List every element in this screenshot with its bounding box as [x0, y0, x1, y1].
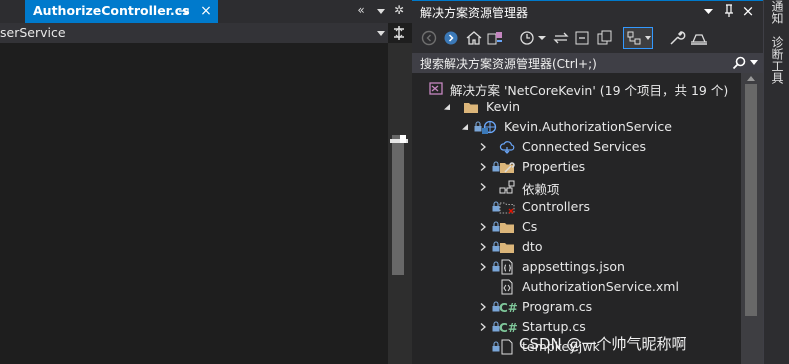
- csharp-file-icon: C#: [499, 299, 518, 315]
- scroll-up-icon[interactable]: [746, 75, 756, 82]
- tree-item[interactable]: Properties: [412, 157, 741, 177]
- chevron-down-icon[interactable]: [376, 5, 386, 17]
- json-file-icon: [499, 259, 515, 275]
- tree-item-label: Startup.cs: [522, 319, 586, 334]
- collapsed-arrow-icon[interactable]: [479, 182, 487, 192]
- tree-item-label: Properties: [522, 159, 586, 174]
- pin-icon[interactable]: [177, 4, 191, 18]
- tree-item-label: AuthorizationService.xml: [522, 279, 679, 294]
- settings-icon[interactable]: [688, 28, 710, 48]
- document-tab[interactable]: AuthorizeController.cs ×: [25, 0, 218, 23]
- preview-selected-icon[interactable]: [623, 27, 653, 49]
- tree-item[interactable]: 解决方案 'NetCoreKevin' (19 个项目，共 19 个): [412, 78, 741, 98]
- tree-item-label: Controllers: [522, 199, 590, 214]
- collapsed-arrow-icon[interactable]: [479, 222, 487, 232]
- tree-item-label: Program.cs: [522, 299, 593, 314]
- tree-item-label: Kevin.AuthorizationService: [504, 119, 672, 134]
- close-panel-button[interactable]: ×: [741, 2, 755, 20]
- tree-item[interactable]: Kevin.AuthorizationService: [412, 117, 741, 137]
- sync-icon[interactable]: [551, 28, 571, 48]
- web-project-icon: [481, 119, 497, 135]
- forward-icon[interactable]: [441, 28, 461, 48]
- member-dropdown-value: serService: [0, 25, 66, 40]
- change-marker: [400, 135, 406, 143]
- chevron-down-icon[interactable]: [537, 28, 547, 48]
- split-editor-icon[interactable]: [391, 25, 407, 41]
- code-area[interactable]: [0, 43, 388, 364]
- collapsed-arrow-icon[interactable]: [479, 242, 487, 252]
- chevron-down-icon[interactable]: [376, 29, 386, 37]
- folder-icon: [499, 219, 515, 235]
- tree-item[interactable]: AuthorizationService.xml: [412, 277, 741, 297]
- file-icon: [499, 339, 515, 355]
- tree-item-label: dto: [522, 239, 543, 254]
- back-icon[interactable]: [419, 28, 439, 48]
- folder-icon: [499, 239, 515, 255]
- search-icon[interactable]: [731, 55, 747, 71]
- tree-item[interactable]: C# Program.cs: [412, 297, 741, 317]
- expanded-arrow-icon[interactable]: [443, 102, 451, 112]
- collapsed-arrow-icon[interactable]: [479, 302, 487, 312]
- watermark: CSDN @一个帅气昵称啊: [519, 335, 687, 353]
- expanded-arrow-icon[interactable]: [461, 122, 469, 132]
- tree-item-label: appsettings.json: [522, 259, 625, 274]
- auto-hide-pin-icon[interactable]: [722, 4, 736, 18]
- collapsed-arrow-icon[interactable]: [479, 322, 487, 332]
- navigation-bar[interactable]: serService: [0, 23, 388, 43]
- document-tab-title: AuthorizeController.cs: [33, 3, 190, 18]
- panel-title: 解决方案资源管理器: [420, 6, 529, 20]
- csharp-file-icon: C#: [499, 319, 518, 335]
- tree-item-label: Kevin: [486, 99, 521, 114]
- collapsed-arrow-icon[interactable]: [479, 262, 487, 272]
- window-position-dropdown-icon[interactable]: [704, 8, 713, 15]
- search-placeholder: 搜索解决方案资源管理器(Ctrl+;): [420, 57, 597, 71]
- xml-file-icon: [499, 279, 515, 295]
- solution-icon: [428, 80, 444, 96]
- switch-views-icon[interactable]: [485, 28, 505, 48]
- notifications-tab[interactable]: 通知: [766, 0, 786, 24]
- svg-text:C#: C#: [499, 321, 518, 335]
- pending-changes-filter-icon[interactable]: [517, 28, 537, 48]
- tree-item[interactable]: 依赖项: [412, 177, 741, 197]
- dependencies-icon: [499, 179, 515, 195]
- svg-text:C#: C#: [499, 301, 518, 315]
- collapsed-arrow-icon[interactable]: [479, 162, 487, 172]
- scrollbar-thumb[interactable]: [392, 135, 404, 275]
- tab-overflow-button[interactable]: «: [352, 3, 370, 20]
- gear-icon[interactable]: ✲: [394, 3, 408, 19]
- tree-item-label: Cs: [522, 219, 538, 234]
- excluded-folder-icon: [499, 199, 515, 215]
- folder-icon: [463, 99, 479, 115]
- collapsed-arrow-icon[interactable]: [479, 142, 487, 152]
- connected-services-icon: [499, 139, 515, 155]
- search-input[interactable]: 搜索解决方案资源管理器(Ctrl+;): [412, 53, 763, 73]
- properties-folder-icon: [499, 159, 515, 175]
- show-all-files-icon[interactable]: [595, 28, 615, 48]
- chevron-down-icon[interactable]: [750, 60, 758, 66]
- tree-item[interactable]: appsettings.json: [412, 257, 741, 277]
- collapse-all-icon[interactable]: [573, 28, 593, 48]
- tree-item-label: 依赖项: [522, 182, 560, 197]
- tree-item[interactable]: dto: [412, 237, 741, 257]
- tree-item[interactable]: Connected Services: [412, 137, 741, 157]
- diagnostic-tools-tab[interactable]: 诊断工具: [766, 36, 786, 84]
- tree-item[interactable]: Cs: [412, 217, 741, 237]
- close-tab-button[interactable]: ×: [199, 3, 213, 19]
- scrollbar-thumb[interactable]: [745, 84, 757, 316]
- tree-item-label: Connected Services: [522, 139, 646, 154]
- wrench-icon[interactable]: [667, 28, 687, 48]
- home-icon[interactable]: [464, 28, 484, 48]
- tree-item[interactable]: Kevin: [412, 97, 741, 117]
- tree-item[interactable]: Controllers: [412, 197, 741, 217]
